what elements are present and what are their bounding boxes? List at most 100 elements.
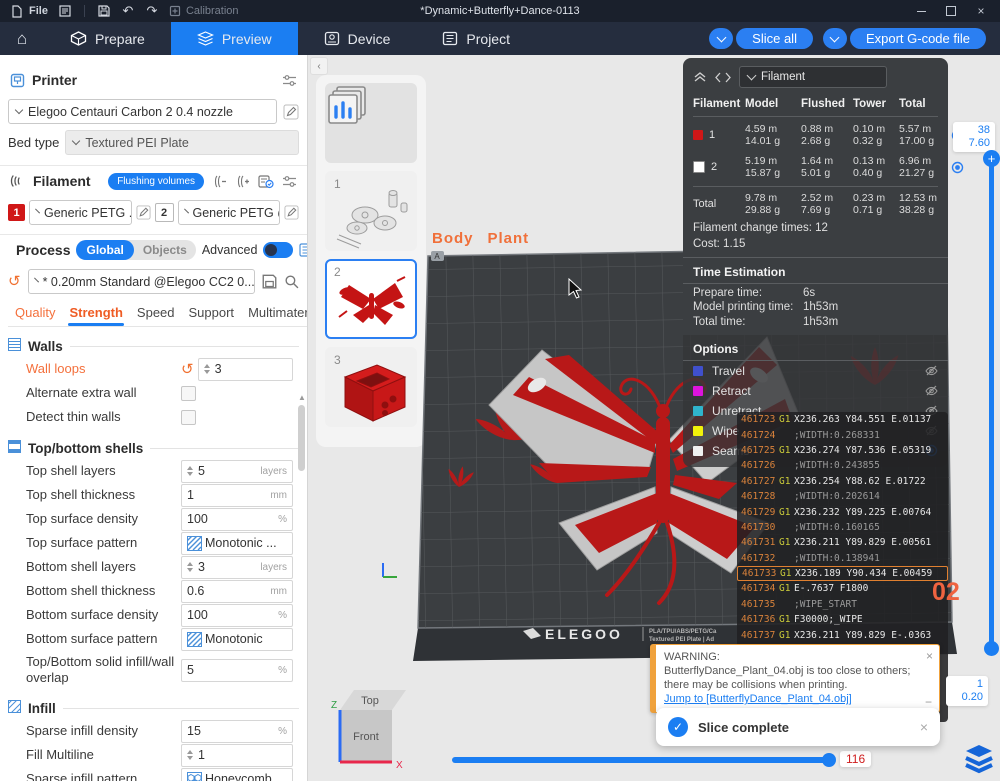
- tab-preview[interactable]: Preview: [171, 22, 298, 55]
- edit-printer-icon[interactable]: [283, 104, 299, 120]
- warning-jump-link[interactable]: Jump to [ButterflyDance_Plant_04.obj]: [664, 693, 852, 705]
- notes-icon[interactable]: [58, 4, 72, 18]
- spinner-arrows[interactable]: [204, 364, 210, 374]
- reset-setting-icon[interactable]: ↺: [181, 362, 194, 377]
- maximize-button[interactable]: [936, 0, 966, 22]
- process-tab-support[interactable]: Support: [182, 305, 242, 326]
- move-slider-handle[interactable]: [822, 753, 836, 767]
- file-menu[interactable]: File: [10, 4, 48, 18]
- input-bottom-shell-layers[interactable]: 3layers: [181, 556, 293, 579]
- move-slider-track[interactable]: [452, 757, 830, 763]
- scrollbar-thumb[interactable]: [298, 405, 305, 471]
- checkbox-alternate-extra-wall[interactable]: [181, 386, 196, 401]
- view-type-select[interactable]: Filament: [739, 66, 887, 88]
- bed-type-select[interactable]: Textured PEI Plate: [65, 130, 299, 155]
- close-button[interactable]: ×: [966, 0, 996, 22]
- input-top-surface-pattern[interactable]: Monotonic ...: [181, 532, 293, 555]
- input-top-shell-layers[interactable]: 5layers: [181, 460, 293, 483]
- global-objects-toggle[interactable]: Global Objects: [76, 240, 195, 260]
- save-icon[interactable]: [97, 4, 111, 18]
- input-fill-multiline[interactable]: 1: [181, 744, 293, 767]
- objects-segment[interactable]: Objects: [134, 243, 196, 257]
- process-tab-quality[interactable]: Quality: [8, 305, 62, 326]
- spinner-arrows[interactable]: [187, 466, 193, 476]
- tab-device[interactable]: Device: [298, 22, 417, 55]
- input-top-bottom-solid-infill-wall-overlap[interactable]: 5%: [181, 659, 293, 682]
- flushing-volumes-button[interactable]: Flushing volumes: [108, 173, 204, 190]
- gcode-line[interactable]: 461724;WIDTH:0.268331: [737, 427, 948, 442]
- add-filament-icon[interactable]: [235, 175, 250, 188]
- export-options-chevron[interactable]: [823, 28, 847, 49]
- gcode-line[interactable]: 461734G1E-.7637 F1800: [737, 581, 948, 596]
- printer-settings-icon[interactable]: [282, 74, 297, 87]
- export-gcode-button[interactable]: Export G-code file: [850, 28, 986, 49]
- gcode-line[interactable]: 461732;WIDTH:0.138941: [737, 551, 948, 566]
- input-bottom-shell-thickness[interactable]: 0.6mm: [181, 580, 293, 603]
- input-top-surface-density[interactable]: 100%: [181, 508, 293, 531]
- process-tab-multimaterial[interactable]: Multimaterial: [241, 305, 307, 326]
- input-bottom-surface-density[interactable]: 100%: [181, 604, 293, 627]
- scroll-up-arrow[interactable]: ▲: [298, 393, 306, 402]
- checkbox-detect-thin-walls[interactable]: [181, 410, 196, 425]
- visibility-on-icon[interactable]: [951, 161, 964, 174]
- layer-slider-top-handle[interactable]: +: [983, 150, 1000, 167]
- input-sparse-infill-pattern[interactable]: Honeycomb: [181, 768, 293, 781]
- sidebar-scrollbar[interactable]: ▲ ▼: [297, 393, 306, 781]
- warning-close-icon[interactable]: ×: [926, 649, 933, 663]
- visibility-off-icon[interactable]: [925, 384, 938, 397]
- tab-project[interactable]: Project: [416, 22, 536, 55]
- slice-all-button[interactable]: Slice all: [736, 28, 813, 49]
- undo-icon[interactable]: ↶: [121, 4, 135, 18]
- process-tab-speed[interactable]: Speed: [130, 305, 182, 326]
- layer-slider-track[interactable]: [989, 158, 994, 648]
- home-button[interactable]: ⌂: [0, 22, 44, 55]
- tab-prepare[interactable]: Prepare: [44, 22, 171, 55]
- spinner-arrows[interactable]: [187, 750, 193, 760]
- input-top-shell-thickness[interactable]: 1mm: [181, 484, 293, 507]
- printer-preset-select[interactable]: Elegoo Centauri Carbon 2 0.4 nozzle: [8, 99, 277, 124]
- minimize-button[interactable]: [906, 0, 936, 22]
- input-wall-loops[interactable]: 3: [198, 358, 293, 381]
- gcode-line[interactable]: 461728;WIDTH:0.202614: [737, 489, 948, 504]
- search-icon[interactable]: [284, 274, 299, 289]
- filament-1-badge[interactable]: 1: [8, 204, 25, 221]
- gcode-line[interactable]: 461726;WIDTH:0.243855: [737, 458, 948, 473]
- gcode-line[interactable]: 461727G1X236.254 Y88.62 E.01722: [737, 474, 948, 489]
- global-segment[interactable]: Global: [76, 240, 133, 260]
- redo-icon[interactable]: ↷: [145, 4, 159, 18]
- gcode-line[interactable]: 461725G1X236.274 Y87.536 E.05319: [737, 443, 948, 458]
- layers-view-icon[interactable]: [962, 742, 996, 776]
- input-sparse-infill-density[interactable]: 15%: [181, 720, 293, 743]
- gcode-line-highlighted[interactable]: 461733G1X236.189 Y90.434 E.00459: [737, 566, 948, 581]
- save-preset-icon[interactable]: [262, 274, 277, 289]
- slice-options-chevron[interactable]: [709, 28, 733, 49]
- filament-settings-icon[interactable]: [282, 175, 297, 188]
- reset-process-icon[interactable]: ↺: [8, 274, 21, 289]
- gcode-line[interactable]: 461731G1X236.211 Y89.829 E.00561: [737, 535, 948, 550]
- filament-2-select[interactable]: Generic PETG @S...: [178, 200, 281, 225]
- edit-filament-2-icon[interactable]: [284, 205, 299, 220]
- gcode-line[interactable]: 461729G1X236.232 Y89.225 E.00764: [737, 504, 948, 519]
- process-preset-select[interactable]: * 0.20mm Standard @Elegoo CC2 0...: [28, 269, 255, 294]
- orientation-cube[interactable]: Top Front Z X: [330, 688, 410, 780]
- spinner-arrows[interactable]: [187, 562, 193, 572]
- process-tab-strength[interactable]: Strength: [62, 305, 129, 326]
- layer-slider-bottom-handle[interactable]: [984, 641, 999, 656]
- gcode-line[interactable]: 461735;WIPE_START: [737, 597, 948, 612]
- advanced-toggle[interactable]: [263, 242, 293, 258]
- gcode-view-icon[interactable]: [715, 72, 731, 83]
- gcode-line[interactable]: 461723G1X236.263 Y84.551 E.01137: [737, 412, 948, 427]
- calibration-menu[interactable]: Calibration: [169, 5, 239, 17]
- toast-close-icon[interactable]: ×: [920, 719, 928, 735]
- gcode-line[interactable]: 461736G1F30000;_WIPE: [737, 612, 948, 627]
- input-bottom-surface-pattern[interactable]: Monotonic: [181, 628, 293, 651]
- filament-1-select[interactable]: Generic PETG ...: [29, 200, 132, 225]
- visibility-off-icon[interactable]: [925, 364, 938, 377]
- collapse-panel-icon[interactable]: [693, 71, 707, 83]
- gcode-line[interactable]: 461730;WIDTH:0.160165: [737, 520, 948, 535]
- remove-filament-icon[interactable]: [212, 175, 227, 188]
- edit-filament-1-icon[interactable]: [136, 205, 151, 220]
- gcode-line[interactable]: 461737G1X236.211 Y89.829 E-.0363: [737, 627, 948, 642]
- filament-2-badge[interactable]: 2: [155, 203, 174, 222]
- warning-minimize-icon[interactable]: −: [925, 698, 932, 706]
